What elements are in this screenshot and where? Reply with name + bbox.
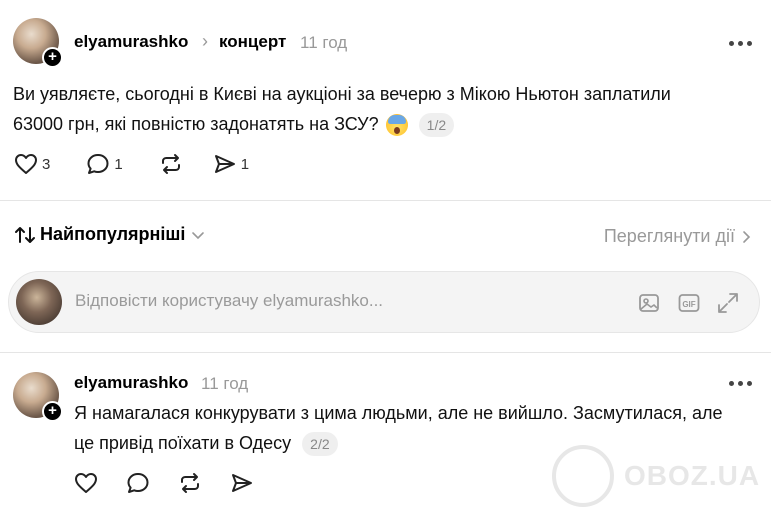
- like-count: 3: [42, 155, 51, 173]
- comment-author-username[interactable]: elyamurashko: [74, 373, 188, 393]
- thread-page-indicator: 2/2: [302, 432, 338, 457]
- view-activity-link[interactable]: Переглянути дії: [604, 226, 751, 247]
- current-user-avatar: [16, 279, 62, 325]
- comment-bubble-icon: [127, 473, 149, 493]
- expand-icon[interactable]: [716, 291, 740, 320]
- comment-text-line1: Я намагалася конкурувати з цима людьми, …: [74, 403, 723, 423]
- watermark-text: OBOZ.UA: [624, 460, 761, 491]
- post-text-line1: Ви уявляєте, сьогодні в Києві на аукціон…: [13, 84, 671, 104]
- section-divider: [0, 200, 771, 201]
- post-text: Ви уявляєте, сьогодні в Києві на аукціон…: [13, 79, 753, 139]
- send-paper-plane-icon: [232, 474, 252, 492]
- repost-button[interactable]: [178, 472, 202, 494]
- comment-button[interactable]: 1: [86, 153, 123, 175]
- section-divider: [0, 352, 771, 353]
- heart-icon: [15, 154, 37, 174]
- repost-icon: [181, 473, 199, 493]
- share-button[interactable]: 1: [213, 153, 249, 175]
- post-text-line2: 63000 грн, які повністю задонатять на ЗС…: [13, 109, 753, 139]
- post-time: 11 год: [300, 33, 348, 52]
- share-button[interactable]: [230, 472, 254, 494]
- thread-page-indicator: 1/2: [418, 113, 455, 138]
- watermark: OBOZ.UA: [552, 445, 760, 507]
- share-count: 1: [240, 155, 250, 173]
- sort-label: Найпопулярніші: [40, 224, 186, 244]
- chevron-right-icon: ›: [202, 31, 208, 51]
- face-screaming-emoji-icon: [385, 114, 408, 137]
- post-more-options-icon[interactable]: [729, 41, 752, 46]
- image-attach-icon[interactable]: [637, 291, 661, 320]
- sort-dropdown[interactable]: Найпопулярніші: [14, 224, 205, 245]
- like-button[interactable]: 3: [14, 153, 50, 175]
- reply-input[interactable]: Відповісти користувачу elyamurashko...: [75, 291, 383, 311]
- comment-more-options-icon[interactable]: [729, 381, 752, 386]
- comment-time: 11 год: [201, 374, 249, 393]
- sort-arrows-icon: [15, 226, 35, 243]
- send-paper-plane-icon: [214, 155, 235, 173]
- chevron-down-icon: [192, 231, 205, 239]
- post-topic-tag[interactable]: концерт: [219, 32, 286, 52]
- chevron-right-icon: [743, 230, 751, 243]
- like-button[interactable]: [74, 472, 98, 494]
- comment-count: 1: [114, 155, 123, 173]
- view-activity-label: Переглянути дії: [603, 226, 735, 246]
- gif-icon[interactable]: GIF: [677, 291, 701, 320]
- comment-action-bar: [74, 472, 276, 494]
- comment-button[interactable]: [126, 472, 150, 494]
- follow-plus-icon[interactable]: +: [42, 47, 63, 68]
- comment-bubble-icon: [87, 154, 109, 174]
- follow-plus-icon[interactable]: +: [42, 401, 63, 422]
- svg-text:GIF: GIF: [682, 300, 695, 309]
- repost-icon: [161, 154, 180, 174]
- watermark-logo-icon: [552, 445, 614, 507]
- reply-composer[interactable]: Відповісти користувачу elyamurashko... G…: [8, 271, 760, 333]
- heart-icon: [75, 473, 97, 493]
- post-author-avatar[interactable]: +: [13, 18, 63, 68]
- post-action-bar: 3 1 1: [14, 153, 271, 175]
- comment-author-avatar[interactable]: +: [13, 372, 63, 422]
- repost-button[interactable]: [159, 153, 183, 175]
- post-author-username[interactable]: elyamurashko: [74, 32, 188, 52]
